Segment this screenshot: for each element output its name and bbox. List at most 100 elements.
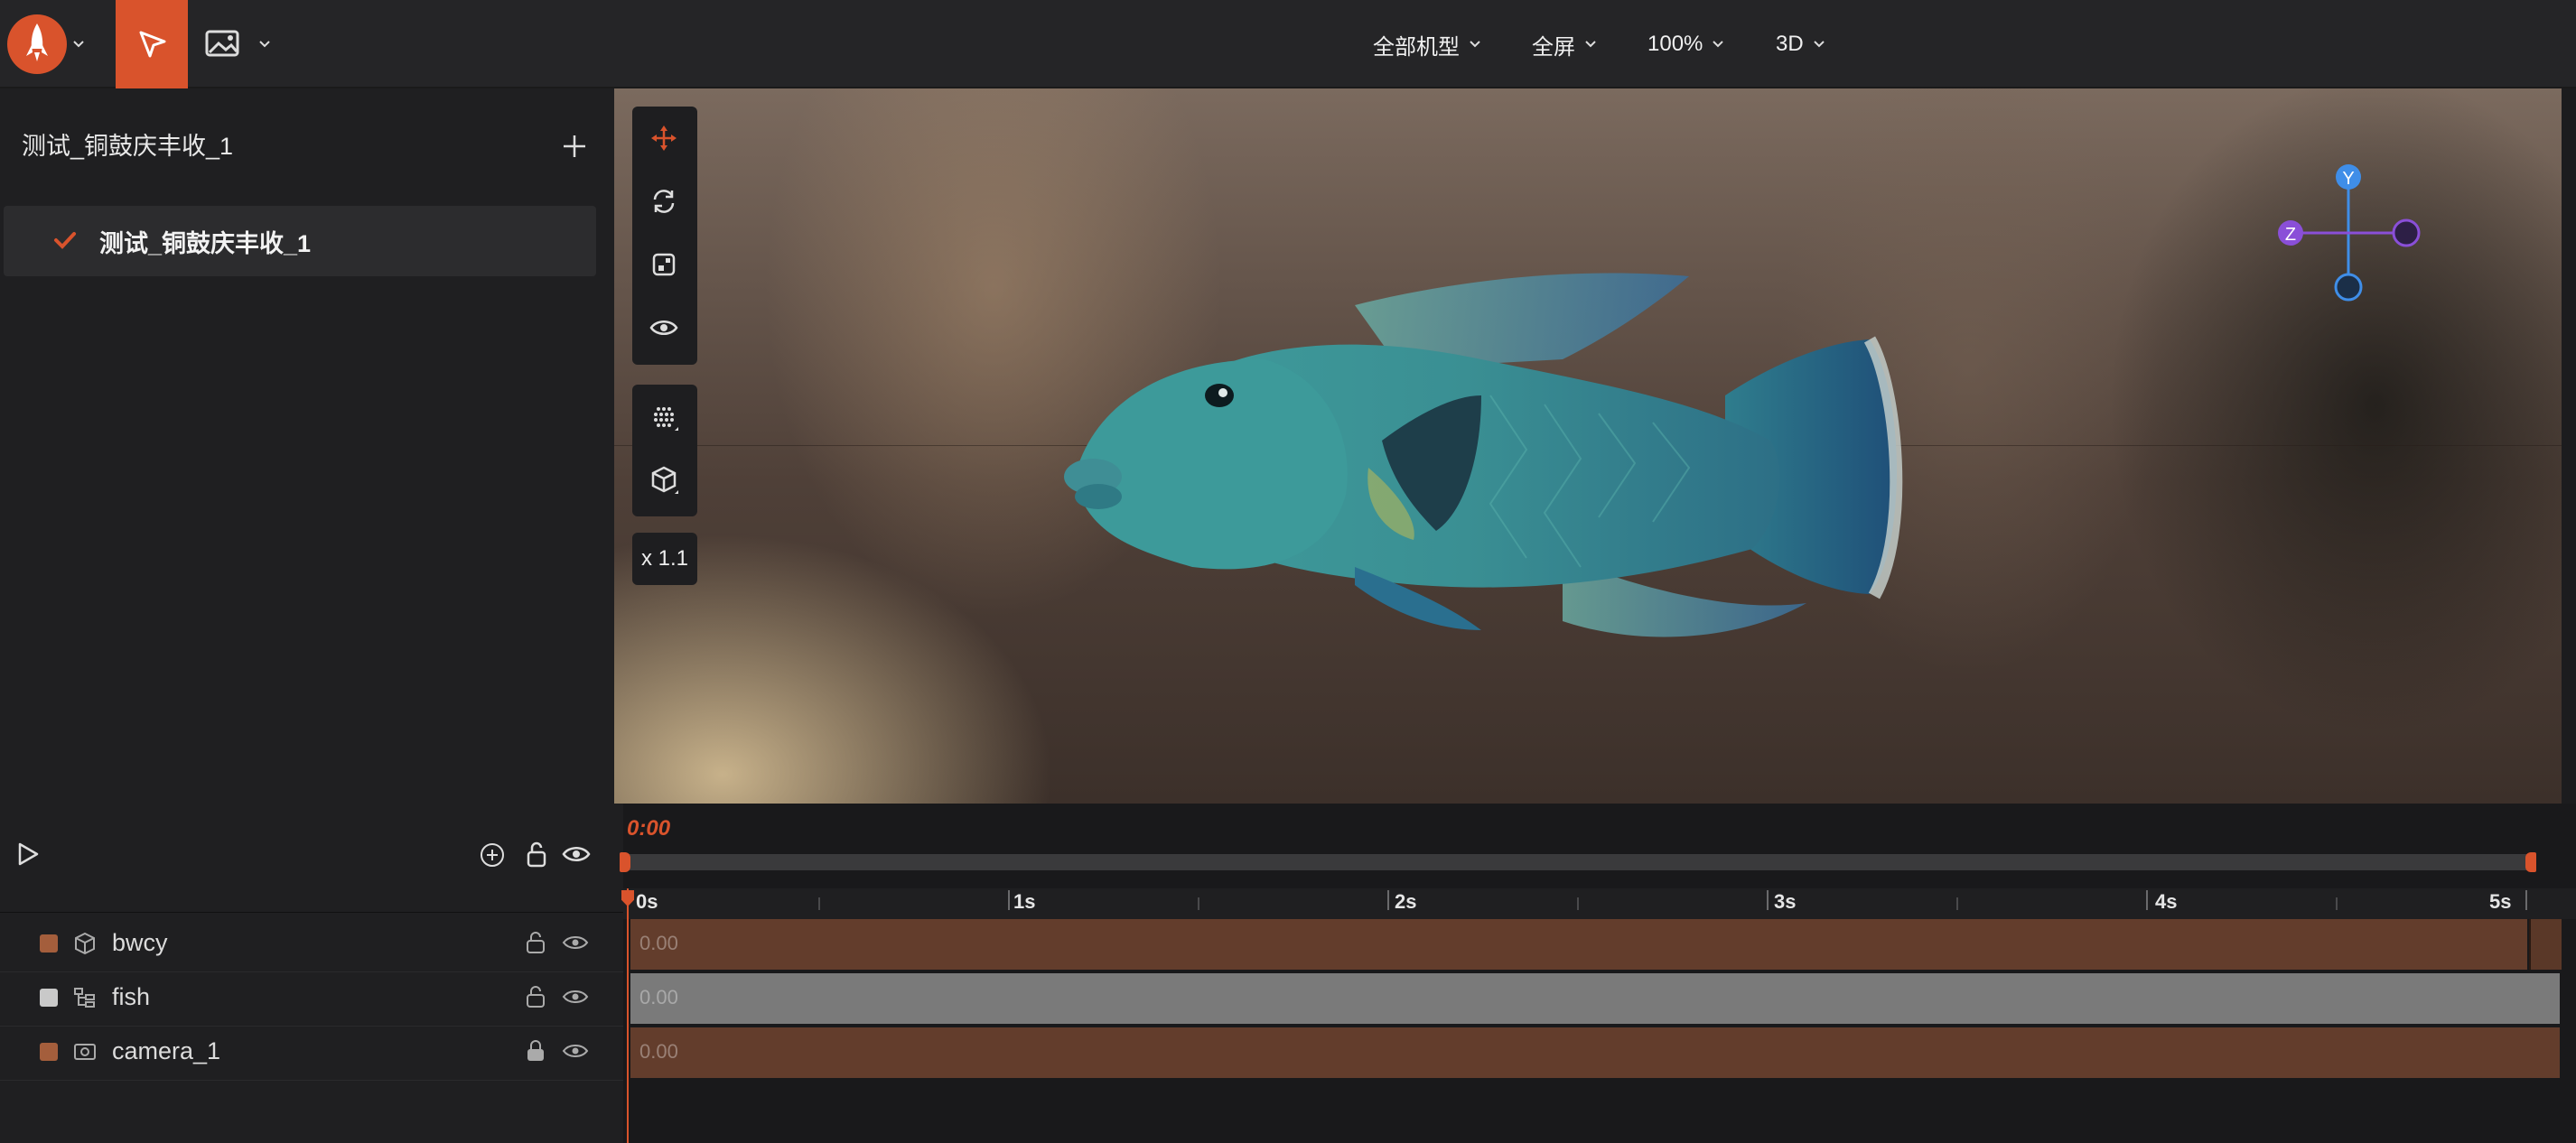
lock-icon: [527, 1040, 544, 1061]
image-tool-button[interactable]: [204, 27, 242, 60]
layer-lock-toggle[interactable]: [524, 1038, 547, 1064]
cursor-icon: [139, 31, 166, 58]
add-scene-button[interactable]: [558, 130, 591, 163]
ruler-minor-tick: [2336, 897, 2338, 910]
scene-panel-title: 测试_铜鼓庆丰收_1: [22, 133, 234, 160]
tick-label: 0s: [636, 890, 658, 913]
layer-color-swatch: [40, 934, 58, 952]
rotate-icon: [653, 190, 675, 213]
ruler-minor-tick: [1956, 897, 1958, 910]
eye-icon: [562, 936, 589, 949]
layer-color-swatch: [40, 989, 58, 1007]
grid-tool-button[interactable]: [632, 385, 695, 448]
fish-model[interactable]: [1057, 260, 1960, 729]
layer-visibility-toggle[interactable]: [562, 932, 589, 953]
add-layer-button[interactable]: [479, 841, 506, 869]
ruler-minor-tick: [818, 897, 820, 910]
scene-panel: [0, 88, 615, 804]
chevron-down-icon: [1813, 41, 1825, 48]
layer-visibility-toggle[interactable]: [562, 986, 589, 1008]
eye-icon: [649, 321, 678, 335]
cube-icon: [72, 931, 98, 956]
ruler-minor-tick: [1198, 897, 1199, 910]
view-menu-label: 全屏: [1532, 34, 1575, 60]
current-time: 0:00: [627, 816, 671, 841]
track-value: 0.00: [639, 986, 678, 1008]
image-tool-chevron-down-icon[interactable]: [257, 36, 273, 52]
device-menu[interactable]: 全部机型: [1373, 25, 1483, 63]
scrub-end-handle[interactable]: [2525, 852, 2536, 872]
layer-name: bwcy: [112, 929, 168, 956]
mode-menu[interactable]: 3D: [1776, 25, 1827, 63]
layer-color-swatch: [40, 1043, 58, 1061]
chevron-down-icon: [1470, 41, 1480, 48]
layer-visibility-toggle[interactable]: [562, 1040, 589, 1062]
right-panel-edge: [2562, 88, 2576, 804]
playhead[interactable]: [627, 888, 629, 1143]
timeline-scrubber[interactable]: [625, 854, 2531, 870]
zoom-menu-label: 100%: [1647, 32, 1703, 56]
eye-icon: [562, 1045, 589, 1057]
show-all-button[interactable]: [562, 841, 591, 867]
track-bar-bwcy[interactable]: 0.00: [630, 919, 2527, 970]
plus-circle-icon: [481, 843, 504, 867]
app-logo[interactable]: [7, 14, 67, 74]
eye-icon: [562, 990, 589, 1003]
axis-gizmo[interactable]: Y Z: [2258, 143, 2439, 314]
mode-menu-label: 3D: [1776, 32, 1804, 56]
ruler-minor-tick: [1577, 897, 1579, 910]
top-toolbar: [0, 0, 2576, 88]
rocket-icon: [26, 23, 48, 61]
cube-icon: [651, 466, 678, 494]
hierarchy-icon: [72, 985, 98, 1010]
camera-icon: [72, 1039, 98, 1064]
checkmark-icon: [52, 228, 78, 253]
chevron-down-icon: [1585, 41, 1596, 48]
grid-dots-icon: [654, 407, 678, 431]
tick-label: 5s: [2489, 890, 2512, 913]
layer-lock-toggle[interactable]: [524, 930, 547, 955]
layer-name: fish: [112, 983, 151, 1010]
image-icon: [205, 30, 239, 57]
move-arrows-icon: [651, 125, 677, 151]
layer-lock-toggle[interactable]: [524, 984, 547, 1009]
visibility-tool-button[interactable]: [632, 296, 695, 359]
cube-tool-button[interactable]: [632, 448, 695, 511]
ruler-major-tick: [1767, 890, 1769, 910]
tick-label: 1s: [1013, 890, 1036, 913]
ruler-major-tick: [2525, 890, 2527, 910]
track-bar-fish[interactable]: 0.00: [630, 973, 2560, 1024]
unlock-icon: [527, 841, 546, 868]
transform-tool-group: [632, 107, 697, 365]
unlock-icon: [527, 932, 545, 953]
scale-tool-button[interactable]: [632, 233, 695, 296]
ruler-major-tick: [1008, 890, 1010, 910]
track-value: 0.00: [639, 932, 678, 954]
device-menu-label: 全部机型: [1373, 34, 1460, 60]
track-bar-camera[interactable]: 0.00: [630, 1027, 2560, 1078]
tick-label: 3s: [1774, 890, 1797, 913]
tick-label: 2s: [1395, 890, 1417, 913]
track-value: 0.00: [639, 1040, 678, 1063]
3d-viewport[interactable]: Y Z: [614, 88, 2562, 804]
view-menu[interactable]: 全屏: [1532, 25, 1599, 63]
scale-badge: x 1.1: [632, 533, 697, 585]
gizmo-z-label: Z: [2285, 225, 2296, 245]
zoom-menu[interactable]: 100%: [1647, 25, 1726, 63]
logo-chevron-down-icon[interactable]: [70, 36, 87, 52]
ruler-major-tick: [2146, 890, 2148, 910]
select-tool-button[interactable]: [116, 0, 188, 88]
eye-icon: [562, 847, 591, 861]
move-tool-button[interactable]: [632, 107, 695, 170]
track-end-block[interactable]: [2529, 919, 2562, 970]
scale-icon: [652, 253, 676, 276]
rotate-tool-button[interactable]: [632, 170, 695, 233]
ruler-major-tick: [1387, 890, 1389, 910]
time-ruler[interactable]: [623, 888, 2576, 919]
scrub-start-handle[interactable]: [620, 852, 630, 872]
play-button[interactable]: [13, 840, 42, 869]
layer-name: camera_1: [112, 1037, 221, 1064]
lock-all-button[interactable]: [524, 840, 549, 869]
chevron-down-icon: [1713, 41, 1724, 48]
play-icon: [18, 842, 39, 866]
